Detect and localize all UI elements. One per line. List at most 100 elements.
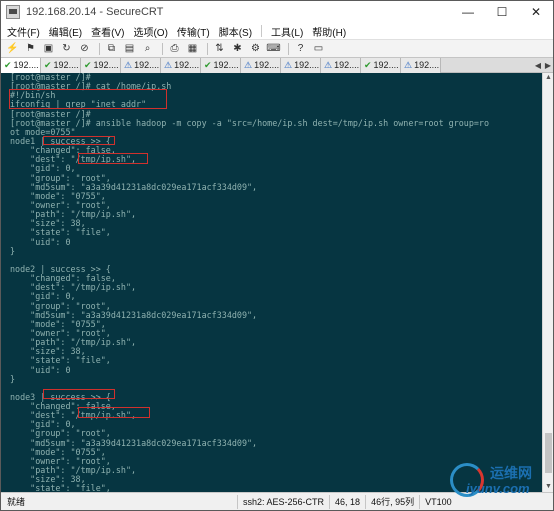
connected-check-icon: ✔ [364, 59, 372, 70]
session-tab-label: 192.... [373, 60, 399, 70]
session-tab[interactable]: ✔ 192.... [41, 57, 81, 73]
sftp-icon[interactable]: ⇅ [212, 42, 227, 56]
scrollbar-thumb[interactable] [545, 433, 552, 473]
terminal-line: "state": "file", [10, 227, 111, 238]
disconnected-warning-icon: ⚠ [284, 59, 293, 70]
title-bar: 192.168.20.14 - SecureCRT — ☐ ✕ [1, 1, 553, 23]
disconnected-warning-icon: ⚠ [124, 59, 133, 70]
status-size: 46行, 95列 [365, 494, 419, 509]
tab-scroll-right-icon[interactable]: ▶ [543, 61, 553, 70]
session-tab[interactable]: ✔ 192.... [81, 57, 121, 73]
disconnected-warning-icon: ⚠ [324, 59, 333, 70]
toolbar-separator [99, 42, 100, 55]
disconnected-warning-icon: ⚠ [244, 59, 253, 70]
session-tab[interactable]: ⚠ 192.... [121, 57, 161, 73]
copy-icon[interactable]: ⧉ [104, 42, 119, 56]
session-tab-label: 192.... [53, 60, 79, 70]
minimize-button[interactable]: — [451, 1, 485, 23]
session-tab-bar: ✔ 192.... ✔ 192.... ✔ 192.... ⚠ 192.... ⚠ 192....… [1, 57, 553, 73]
tab-scroll-left-icon[interactable]: ◀ [533, 61, 543, 70]
highlight-file-content [9, 89, 167, 109]
terminal-scrollbar[interactable]: ▲ ▼ [542, 73, 553, 492]
menu-transfer[interactable]: 传输(T) [177, 24, 210, 39]
terminal-line: "dest": "/tmp/ip.sh", [10, 282, 137, 293]
print-setup-icon[interactable]: ▦ [185, 42, 200, 56]
menu-edit[interactable]: 编辑(E) [49, 24, 82, 39]
toolbar-separator [288, 42, 289, 55]
connected-check-icon: ✔ [4, 59, 12, 70]
session-tab-label: 192.... [294, 60, 320, 70]
global-options-icon[interactable]: ⚙ [248, 42, 263, 56]
session-tab[interactable]: ⚠ 192.... [161, 57, 201, 73]
status-cursor: 46, 18 [329, 494, 365, 509]
highlight-node1-dest [78, 153, 148, 164]
terminal-line: "uid": 0 [10, 236, 71, 247]
toolbar: ⚡ ⚑ ▣ ↻ ⊘ ⧉ ▤ ⌕ ⎙ ▦ ⇅ ✱ ⚙ ⌨ ? ▭ [1, 39, 553, 57]
maximize-button[interactable]: ☐ [485, 1, 519, 23]
session-tab[interactable]: ✔ 192.... [1, 57, 41, 73]
session-tab-label: 192.... [254, 60, 280, 70]
session-tab-label: 192.... [334, 60, 360, 70]
watermark-logo: 运维网 iyunv.com [446, 459, 546, 509]
connected-check-icon: ✔ [84, 59, 92, 70]
highlight-node3-success [43, 389, 115, 399]
session-tab-label: 192.... [213, 60, 239, 70]
terminal-line: } [10, 373, 16, 384]
print-icon[interactable]: ⎙ [167, 42, 182, 56]
session-tab[interactable]: ⚠ 192.... [281, 57, 321, 73]
terminal-screen[interactable]: [root@master /]# [root@master /]# cat /ho… [1, 73, 542, 492]
window-controls: — ☐ ✕ [451, 1, 553, 23]
toolbar-separator [162, 42, 163, 55]
menu-help[interactable]: 帮助(H) [312, 24, 346, 39]
status-cipher: ssh2: AES-256-CTR [237, 494, 329, 509]
session-tab-label: 192.... [414, 60, 440, 70]
securecrt-window: 192.168.20.14 - SecureCRT — ☐ ✕ 文件(F) 编辑… [0, 0, 554, 511]
session-tab-label: 192.... [134, 60, 160, 70]
terminal-line: "state": "file", [10, 355, 111, 366]
menu-script[interactable]: 脚本(S) [219, 24, 252, 39]
help-icon[interactable]: ? [293, 42, 308, 56]
menu-view[interactable]: 查看(V) [91, 24, 124, 39]
watermark-url: iyunv.com [466, 481, 530, 496]
disconnect-icon[interactable]: ⊘ [77, 42, 92, 56]
status-ready: 就绪 [7, 497, 26, 507]
session-tab[interactable]: ⚠ 192.... [321, 57, 361, 73]
menu-options[interactable]: 选项(O) [133, 24, 167, 39]
highlight-node1-success [43, 136, 115, 145]
terminal-line: "path": "/tmp/ip.sh", [10, 209, 137, 220]
disconnected-warning-icon: ⚠ [164, 59, 173, 70]
connected-check-icon: ✔ [44, 59, 52, 70]
connect-in-tab-icon[interactable]: ▣ [41, 42, 56, 56]
menu-file[interactable]: 文件(F) [7, 24, 40, 39]
terminal-line: "uid": 0 [10, 364, 71, 375]
find-icon[interactable]: ⌕ [140, 42, 155, 56]
disconnected-warning-icon: ⚠ [404, 59, 413, 70]
terminal-line: [root@master /]# ansible hadoop -m copy … [10, 117, 490, 128]
terminal-line: "path": "/tmp/ip.sh", [10, 337, 137, 348]
session-tab[interactable]: ✔ 192.... [361, 57, 401, 73]
menu-tools[interactable]: 工具(L) [271, 24, 303, 39]
session-tab[interactable]: ⚠ 192.... [241, 57, 281, 73]
settings-icon[interactable]: ✱ [230, 42, 245, 56]
scroll-up-icon[interactable]: ▲ [543, 73, 554, 83]
connected-check-icon: ✔ [204, 59, 212, 70]
session-tab[interactable]: ⚠ 192.... [401, 57, 441, 73]
session-tab-label: 192.... [13, 60, 39, 70]
about-icon[interactable]: ▭ [311, 42, 326, 56]
highlight-node3-dest [78, 407, 150, 418]
keymap-icon[interactable]: ⌨ [266, 42, 281, 56]
reconnect-icon[interactable]: ↻ [59, 42, 74, 56]
session-tab-label: 192.... [93, 60, 119, 70]
toolbar-separator [207, 42, 208, 55]
terminal-line: } [10, 245, 16, 256]
paste-icon[interactable]: ▤ [122, 42, 137, 56]
window-title: 192.168.20.14 - SecureCRT [26, 6, 164, 18]
session-tab-label: 192.... [174, 60, 200, 70]
close-button[interactable]: ✕ [519, 1, 553, 23]
app-icon [6, 5, 20, 19]
menu-separator [261, 25, 263, 37]
tab-scroll-controls: ◀ ▶ [533, 61, 553, 70]
connect-icon[interactable]: ⚡ [5, 42, 20, 56]
quick-connect-icon[interactable]: ⚑ [23, 42, 38, 56]
session-tab[interactable]: ✔ 192.... [201, 57, 241, 73]
